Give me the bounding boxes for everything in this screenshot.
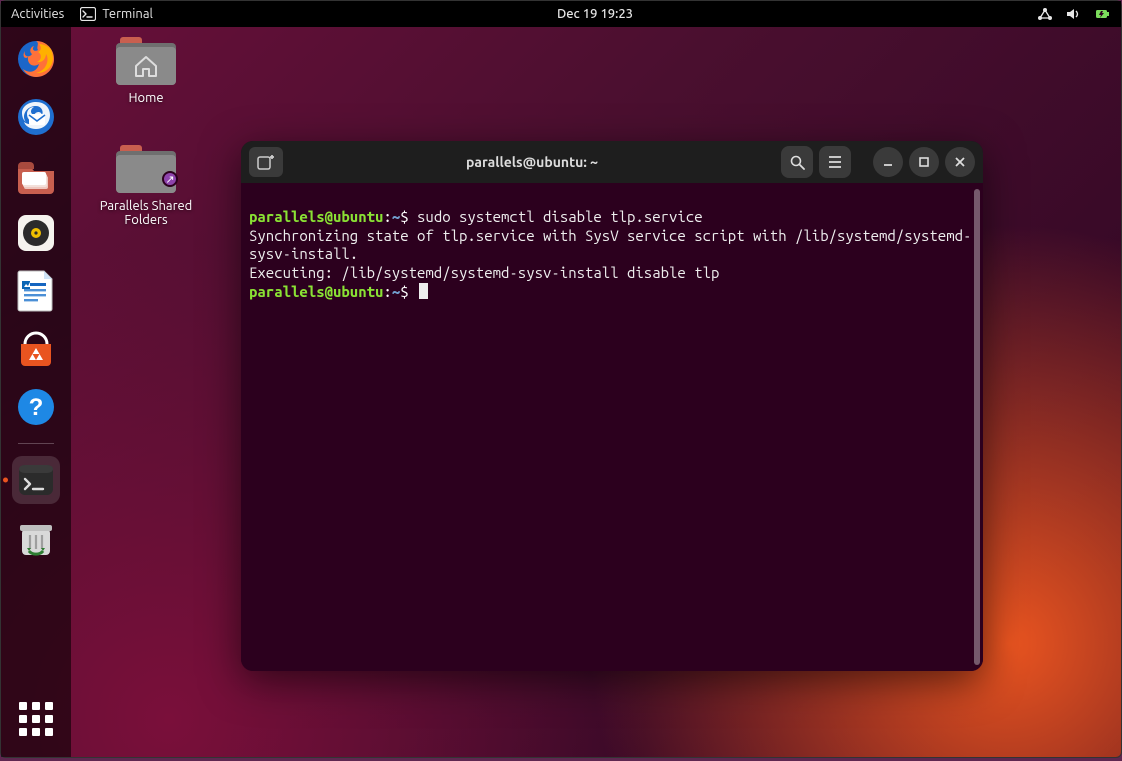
network-icon[interactable]	[1037, 7, 1053, 21]
desktop: Activities Terminal Dec 19 19:23	[0, 0, 1122, 758]
prompt-path: ~	[392, 208, 400, 225]
active-app-indicator[interactable]: Terminal	[80, 7, 153, 21]
prompt-sep: :	[383, 208, 391, 225]
new-tab-button[interactable]	[249, 147, 283, 177]
hamburger-menu-button[interactable]	[819, 146, 851, 178]
prompt-path: ~	[392, 283, 400, 300]
software-center-icon[interactable]	[12, 325, 60, 373]
terminal-icon[interactable]	[12, 456, 60, 504]
dock: ?	[1, 27, 71, 757]
close-button[interactable]	[945, 147, 975, 177]
activities-button[interactable]: Activities	[11, 7, 64, 21]
svg-text:?: ?	[29, 394, 44, 421]
terminal-output-1: Synchronizing state of tlp.service with …	[249, 227, 971, 263]
home-icon	[116, 47, 176, 85]
terminal-scrollbar[interactable]	[974, 189, 980, 665]
search-button[interactable]	[781, 146, 813, 178]
home-folder-label: Home	[91, 91, 201, 105]
prompt-sep: :	[383, 283, 391, 300]
prompt-user: parallels@ubuntu	[249, 208, 383, 225]
terminal-body[interactable]: parallels@ubuntu:~$ sudo systemctl disab…	[241, 183, 983, 671]
top-bar: Activities Terminal Dec 19 19:23	[1, 1, 1121, 27]
clock[interactable]: Dec 19 19:23	[153, 7, 1037, 21]
battery-icon[interactable]	[1093, 7, 1111, 21]
minimize-button[interactable]	[873, 147, 903, 177]
volume-icon[interactable]	[1065, 7, 1081, 21]
cursor-icon	[419, 283, 428, 299]
files-icon[interactable]	[12, 151, 60, 199]
terminal-small-icon	[80, 7, 96, 21]
shared-folder-label: Parallels Shared Folders	[91, 199, 201, 227]
home-folder[interactable]: Home	[91, 37, 201, 105]
prompt-symbol: $	[400, 283, 408, 300]
dock-separator	[18, 443, 54, 444]
parallels-shared-folder[interactable]: ↗ Parallels Shared Folders	[91, 145, 201, 227]
terminal-window: parallels@ubuntu: ~ parallels@ubuntu:~$ …	[241, 141, 983, 671]
libreoffice-writer-icon[interactable]	[12, 267, 60, 315]
rhythmbox-icon[interactable]	[12, 209, 60, 257]
maximize-button[interactable]	[909, 147, 939, 177]
terminal-command-1: sudo systemctl disable tlp.service	[417, 208, 703, 225]
trash-icon[interactable]	[12, 514, 60, 562]
symlink-badge-icon: ↗	[162, 171, 178, 187]
active-app-label: Terminal	[102, 7, 153, 21]
prompt-user: parallels@ubuntu	[249, 283, 383, 300]
terminal-titlebar[interactable]: parallels@ubuntu: ~	[241, 141, 983, 183]
help-icon[interactable]: ?	[12, 383, 60, 431]
terminal-title: parallels@ubuntu: ~	[289, 154, 775, 170]
desktop-icons: Home ↗ Parallels Shared Folders	[91, 37, 201, 227]
terminal-output-2: Executing: /lib/systemd/systemd-sysv-ins…	[249, 264, 719, 281]
firefox-icon[interactable]	[12, 35, 60, 83]
prompt-symbol: $	[400, 208, 408, 225]
show-applications-button[interactable]	[12, 695, 60, 743]
thunderbird-icon[interactable]	[12, 93, 60, 141]
